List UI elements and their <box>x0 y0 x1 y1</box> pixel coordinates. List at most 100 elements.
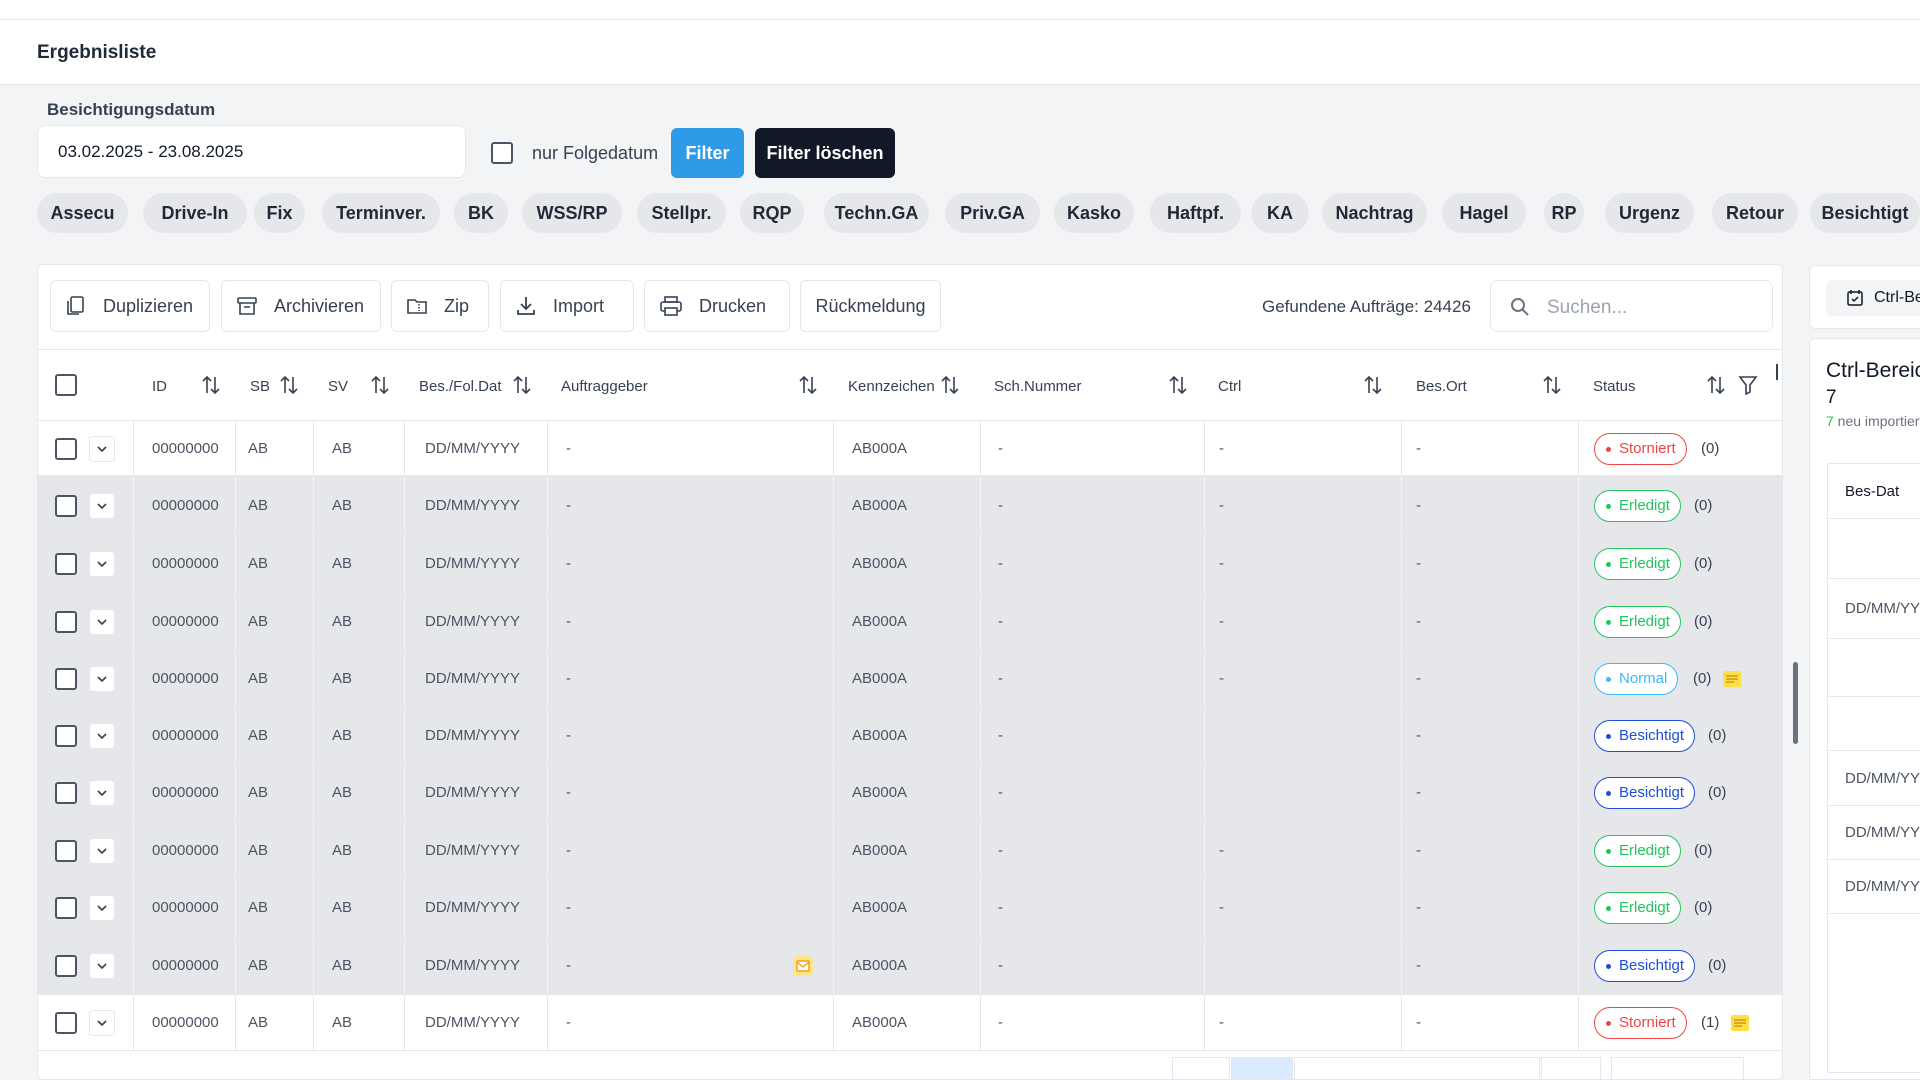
column-header-sb[interactable]: SB <box>250 378 270 395</box>
filter-chip[interactable]: KA <box>1251 193 1309 233</box>
filter-chip[interactable]: Fix <box>254 193 305 233</box>
filter-chip[interactable]: Hagel <box>1442 193 1526 233</box>
filter-chip[interactable]: Priv.GA <box>945 193 1040 233</box>
row-checkbox[interactable] <box>55 668 77 690</box>
mail-icon[interactable] <box>792 955 814 977</box>
sort-plate-icon[interactable] <box>939 374 961 396</box>
search-input[interactable]: Suchen... <box>1490 280 1773 332</box>
row-checkbox[interactable] <box>55 438 77 460</box>
table-row[interactable]: 00000000 AB AB DD/MM/YYYY - AB000A - - Besichtig… <box>38 764 1782 822</box>
filter-chip[interactable]: Besichtigt <box>1810 193 1920 233</box>
row-expand-button[interactable] <box>89 895 115 921</box>
filter-chip[interactable]: RQP <box>740 193 804 233</box>
duplicate-button[interactable]: Duplizieren <box>50 280 210 332</box>
row-checkbox[interactable] <box>55 611 77 633</box>
row-expand-button[interactable] <box>89 493 115 519</box>
sort-client-icon[interactable] <box>797 374 819 396</box>
row-checkbox[interactable] <box>55 725 77 747</box>
filter-chip[interactable]: Terminver. <box>322 193 440 233</box>
row-expand-button[interactable] <box>89 436 115 462</box>
filter-chip[interactable]: Assecu <box>37 193 128 233</box>
filter-chip[interactable]: Nachtrag <box>1322 193 1427 233</box>
print-button[interactable]: Drucken <box>644 280 790 332</box>
table-row[interactable]: 00000000 AB AB DD/MM/YYYY - AB000A - - - Erledigt… <box>38 593 1782 650</box>
row-expand-button[interactable] <box>89 780 115 806</box>
followup-checkbox[interactable] <box>491 142 513 164</box>
row-expand-button[interactable] <box>89 1010 115 1036</box>
filter-button[interactable]: Filter <box>671 128 744 178</box>
ctrl-area-row[interactable]: DD/MM/YYYY <box>1828 751 1920 806</box>
ctrl-area-row[interactable] <box>1828 519 1920 579</box>
column-resize-handle[interactable] <box>1776 364 1778 380</box>
pagination-next[interactable] <box>1541 1057 1601 1079</box>
row-expand-button[interactable] <box>89 609 115 635</box>
column-header-status[interactable]: Status <box>1593 378 1636 395</box>
sort-sb-icon[interactable] <box>278 374 300 396</box>
note-icon[interactable] <box>1722 670 1742 688</box>
ctrl-area-row[interactable] <box>1828 639 1920 697</box>
ctrl-area-row[interactable]: DD/MM/YYYY <box>1828 860 1920 914</box>
row-checkbox[interactable] <box>55 955 77 977</box>
sort-id-icon[interactable] <box>200 374 222 396</box>
sort-claim-number-icon[interactable] <box>1167 374 1189 396</box>
ctrl-area-tab[interactable]: Ctrl-Bereich <box>1826 280 1920 316</box>
table-row[interactable]: 00000000 AB AB DD/MM/YYYY - AB000A - - - Erledigt… <box>38 535 1782 593</box>
import-button[interactable]: Import <box>500 280 634 332</box>
filter-chip[interactable]: Retour <box>1712 193 1798 233</box>
filter-chip[interactable]: Haftpf. <box>1150 193 1241 233</box>
sort-date-icon[interactable] <box>511 374 533 396</box>
column-header-claim-number[interactable]: Sch.Nummer <box>994 378 1082 395</box>
clear-filter-button[interactable]: Filter löschen <box>755 128 895 178</box>
row-checkbox[interactable] <box>55 897 77 919</box>
table-row[interactable]: 00000000 AB AB DD/MM/YYYY - AB000A - - - Erledigt… <box>38 879 1782 937</box>
pagination-pages[interactable] <box>1294 1057 1540 1079</box>
ctrl-area-row[interactable] <box>1828 697 1920 751</box>
filter-chip[interactable]: Stellpr. <box>637 193 726 233</box>
filter-chip[interactable]: Drive-In <box>143 193 247 233</box>
pagination-current-page[interactable] <box>1231 1057 1293 1079</box>
feedback-button[interactable]: Rückmeldung <box>800 280 941 332</box>
row-checkbox[interactable] <box>55 1012 77 1034</box>
page-size-select[interactable] <box>1611 1057 1744 1079</box>
filter-funnel-icon[interactable] <box>1738 374 1758 396</box>
row-expand-button[interactable] <box>89 666 115 692</box>
column-header-date[interactable]: Bes./Fol.Dat <box>419 378 502 395</box>
table-row[interactable]: 00000000 AB AB DD/MM/YYYY - AB000A - - - Erledigt… <box>38 822 1782 879</box>
ctrl-area-row[interactable]: DD/MM/YYYY <box>1828 806 1920 860</box>
table-row[interactable]: 00000000 AB AB DD/MM/YYYY - AB000A - - Besichtig… <box>38 937 1782 995</box>
pagination-prev[interactable] <box>1172 1057 1230 1079</box>
filter-chip[interactable]: Kasko <box>1054 193 1134 233</box>
row-checkbox[interactable] <box>55 840 77 862</box>
table-row[interactable]: 00000000 AB AB DD/MM/YYYY - AB000A - - - Normal (0… <box>38 650 1782 707</box>
column-header-client[interactable]: Auftraggeber <box>561 378 648 395</box>
sort-sv-icon[interactable] <box>369 374 391 396</box>
row-checkbox[interactable] <box>55 495 77 517</box>
table-row[interactable]: 00000000 AB AB DD/MM/YYYY - AB000A - - Besichtig… <box>38 707 1782 764</box>
note-icon[interactable] <box>1730 1014 1750 1032</box>
filter-chip[interactable]: Techn.GA <box>824 193 929 233</box>
column-header-ctrl[interactable]: Ctrl <box>1218 378 1241 395</box>
column-header-sv[interactable]: SV <box>328 378 348 395</box>
filter-chip[interactable]: WSS/RP <box>522 193 622 233</box>
ctrl-area-row[interactable]: DD/MM/YYYY <box>1828 579 1920 639</box>
sort-ctrl-icon[interactable] <box>1362 374 1384 396</box>
row-expand-button[interactable] <box>89 838 115 864</box>
select-all-checkbox[interactable] <box>55 374 77 396</box>
filter-chip[interactable]: BK <box>454 193 508 233</box>
column-header-id[interactable]: ID <box>152 378 167 395</box>
zip-button[interactable]: Zip <box>391 280 489 332</box>
table-row[interactable]: 00000000 AB AB DD/MM/YYYY - AB000A - - - Erledigt… <box>38 476 1782 535</box>
row-expand-button[interactable] <box>89 551 115 577</box>
table-row[interactable]: 00000000 AB AB DD/MM/YYYY - AB000A - - - Stornier… <box>38 421 1782 476</box>
sort-status-icon[interactable] <box>1705 374 1727 396</box>
date-range-input[interactable]: 03.02.2025 - 23.08.2025 <box>37 125 466 178</box>
row-expand-button[interactable] <box>89 953 115 979</box>
row-checkbox[interactable] <box>55 553 77 575</box>
sort-location-icon[interactable] <box>1541 374 1563 396</box>
table-scrollbar[interactable] <box>1793 662 1798 744</box>
column-header-location[interactable]: Bes.Ort <box>1416 378 1467 395</box>
row-expand-button[interactable] <box>89 723 115 749</box>
table-row[interactable]: 00000000 AB AB DD/MM/YYYY - AB000A - - - Stornier… <box>38 995 1782 1051</box>
archive-button[interactable]: Archivieren <box>221 280 381 332</box>
filter-chip[interactable]: RP <box>1544 193 1584 233</box>
